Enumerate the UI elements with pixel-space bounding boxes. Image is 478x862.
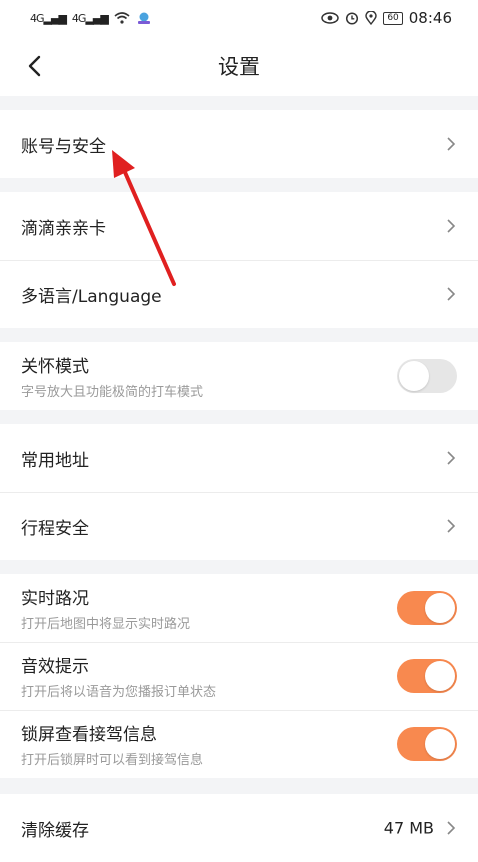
alarm-icon <box>346 12 359 25</box>
row-label: 行程安全 <box>21 518 89 539</box>
row-label: 账号与安全 <box>21 136 106 157</box>
row-realtime-traffic: 实时路况 打开后地图中将显示实时路况 <box>0 574 478 642</box>
cache-size: 47 MB <box>383 818 434 838</box>
row-text: 锁屏查看接驾信息 打开后锁屏时可以看到接驾信息 <box>21 720 203 768</box>
row-label: 锁屏查看接驾信息 <box>21 725 157 745</box>
status-bar: 4G▂▄▆ 4G▂▄▆ 60 08:46 <box>0 0 478 36</box>
row-subtitle: 打开后锁屏时可以看到接驾信息 <box>21 753 204 768</box>
row-trip-safety[interactable]: 行程安全 <box>0 492 478 560</box>
group-cache: 清除缓存 47 MB <box>0 794 478 862</box>
lockscreen-pickup-toggle[interactable] <box>397 727 457 761</box>
chevron-right-icon <box>447 821 456 835</box>
network-type-2: 4G <box>71 11 86 25</box>
location-icon <box>365 11 378 25</box>
row-subtitle: 打开后地图中将显示实时路况 <box>21 617 191 632</box>
row-label: 音效提示 <box>21 657 89 677</box>
row-subtitle: 打开后将以语音为您播报订单状态 <box>21 685 217 700</box>
battery-icon: 60 <box>383 11 403 25</box>
chevron-right-icon <box>447 219 456 233</box>
row-label: 多语言/Language <box>21 286 162 307</box>
care-mode-toggle[interactable] <box>397 359 457 393</box>
toggle-knob <box>425 593 455 623</box>
signal-icon: 4G▂▄▆ <box>30 11 67 25</box>
page-title: 设置 <box>218 55 260 79</box>
row-label: 滴滴亲亲卡 <box>21 218 106 239</box>
chevron-right-icon <box>447 137 456 151</box>
chevron-right-icon <box>447 451 456 465</box>
group-care-mode: 关怀模式 字号放大且功能极简的打车模式 <box>0 342 478 410</box>
row-label: 清除缓存 <box>21 820 89 841</box>
chevron-right-icon <box>447 519 456 533</box>
row-label: 常用地址 <box>21 450 89 471</box>
chevron-left-icon <box>28 55 41 77</box>
row-text: 实时路况 打开后地图中将显示实时路况 <box>21 584 190 632</box>
row-account-security[interactable]: 账号与安全 <box>0 110 478 178</box>
toggle-knob <box>399 361 429 391</box>
nav-bar: 设置 <box>0 36 478 96</box>
row-text: 关怀模式 字号放大且功能极简的打车模式 <box>21 352 203 400</box>
eye-icon <box>321 12 340 24</box>
status-right: 60 08:46 <box>321 9 452 27</box>
row-lockscreen-pickup: 锁屏查看接驾信息 打开后锁屏时可以看到接驾信息 <box>0 710 478 778</box>
group-card-language: 滴滴亲亲卡 多语言/Language <box>0 192 478 328</box>
row-text: 音效提示 打开后将以语音为您播报订单状态 <box>21 652 216 700</box>
group-address-safety: 常用地址 行程安全 <box>0 424 478 560</box>
row-label: 实时路况 <box>21 589 89 609</box>
app-icon <box>137 12 150 24</box>
row-care-mode: 关怀模式 字号放大且功能极简的打车模式 <box>0 342 478 410</box>
row-didi-card[interactable]: 滴滴亲亲卡 <box>0 192 478 260</box>
toggle-knob <box>425 661 455 691</box>
sound-prompt-toggle[interactable] <box>397 659 457 693</box>
row-label: 关怀模式 <box>21 357 89 377</box>
row-subtitle: 字号放大且功能极简的打车模式 <box>21 385 204 400</box>
status-time: 08:46 <box>408 9 452 27</box>
row-sound-prompt: 音效提示 打开后将以语音为您播报订单状态 <box>0 642 478 710</box>
group-account: 账号与安全 <box>0 110 478 178</box>
status-left: 4G▂▄▆ 4G▂▄▆ <box>30 11 152 25</box>
back-button[interactable] <box>18 50 50 82</box>
chevron-right-icon <box>447 287 456 301</box>
row-clear-cache[interactable]: 清除缓存 47 MB <box>0 794 478 862</box>
network-type-1: 4G <box>30 11 44 25</box>
group-toggles: 实时路况 打开后地图中将显示实时路况 音效提示 打开后将以语音为您播报订单状态 … <box>0 574 478 778</box>
realtime-traffic-toggle[interactable] <box>397 591 457 625</box>
row-language[interactable]: 多语言/Language <box>0 260 478 328</box>
row-common-address[interactable]: 常用地址 <box>0 424 478 492</box>
toggle-knob <box>425 729 455 759</box>
wifi-icon <box>114 12 130 24</box>
signal-icon-2: 4G▂▄▆ <box>71 11 109 25</box>
